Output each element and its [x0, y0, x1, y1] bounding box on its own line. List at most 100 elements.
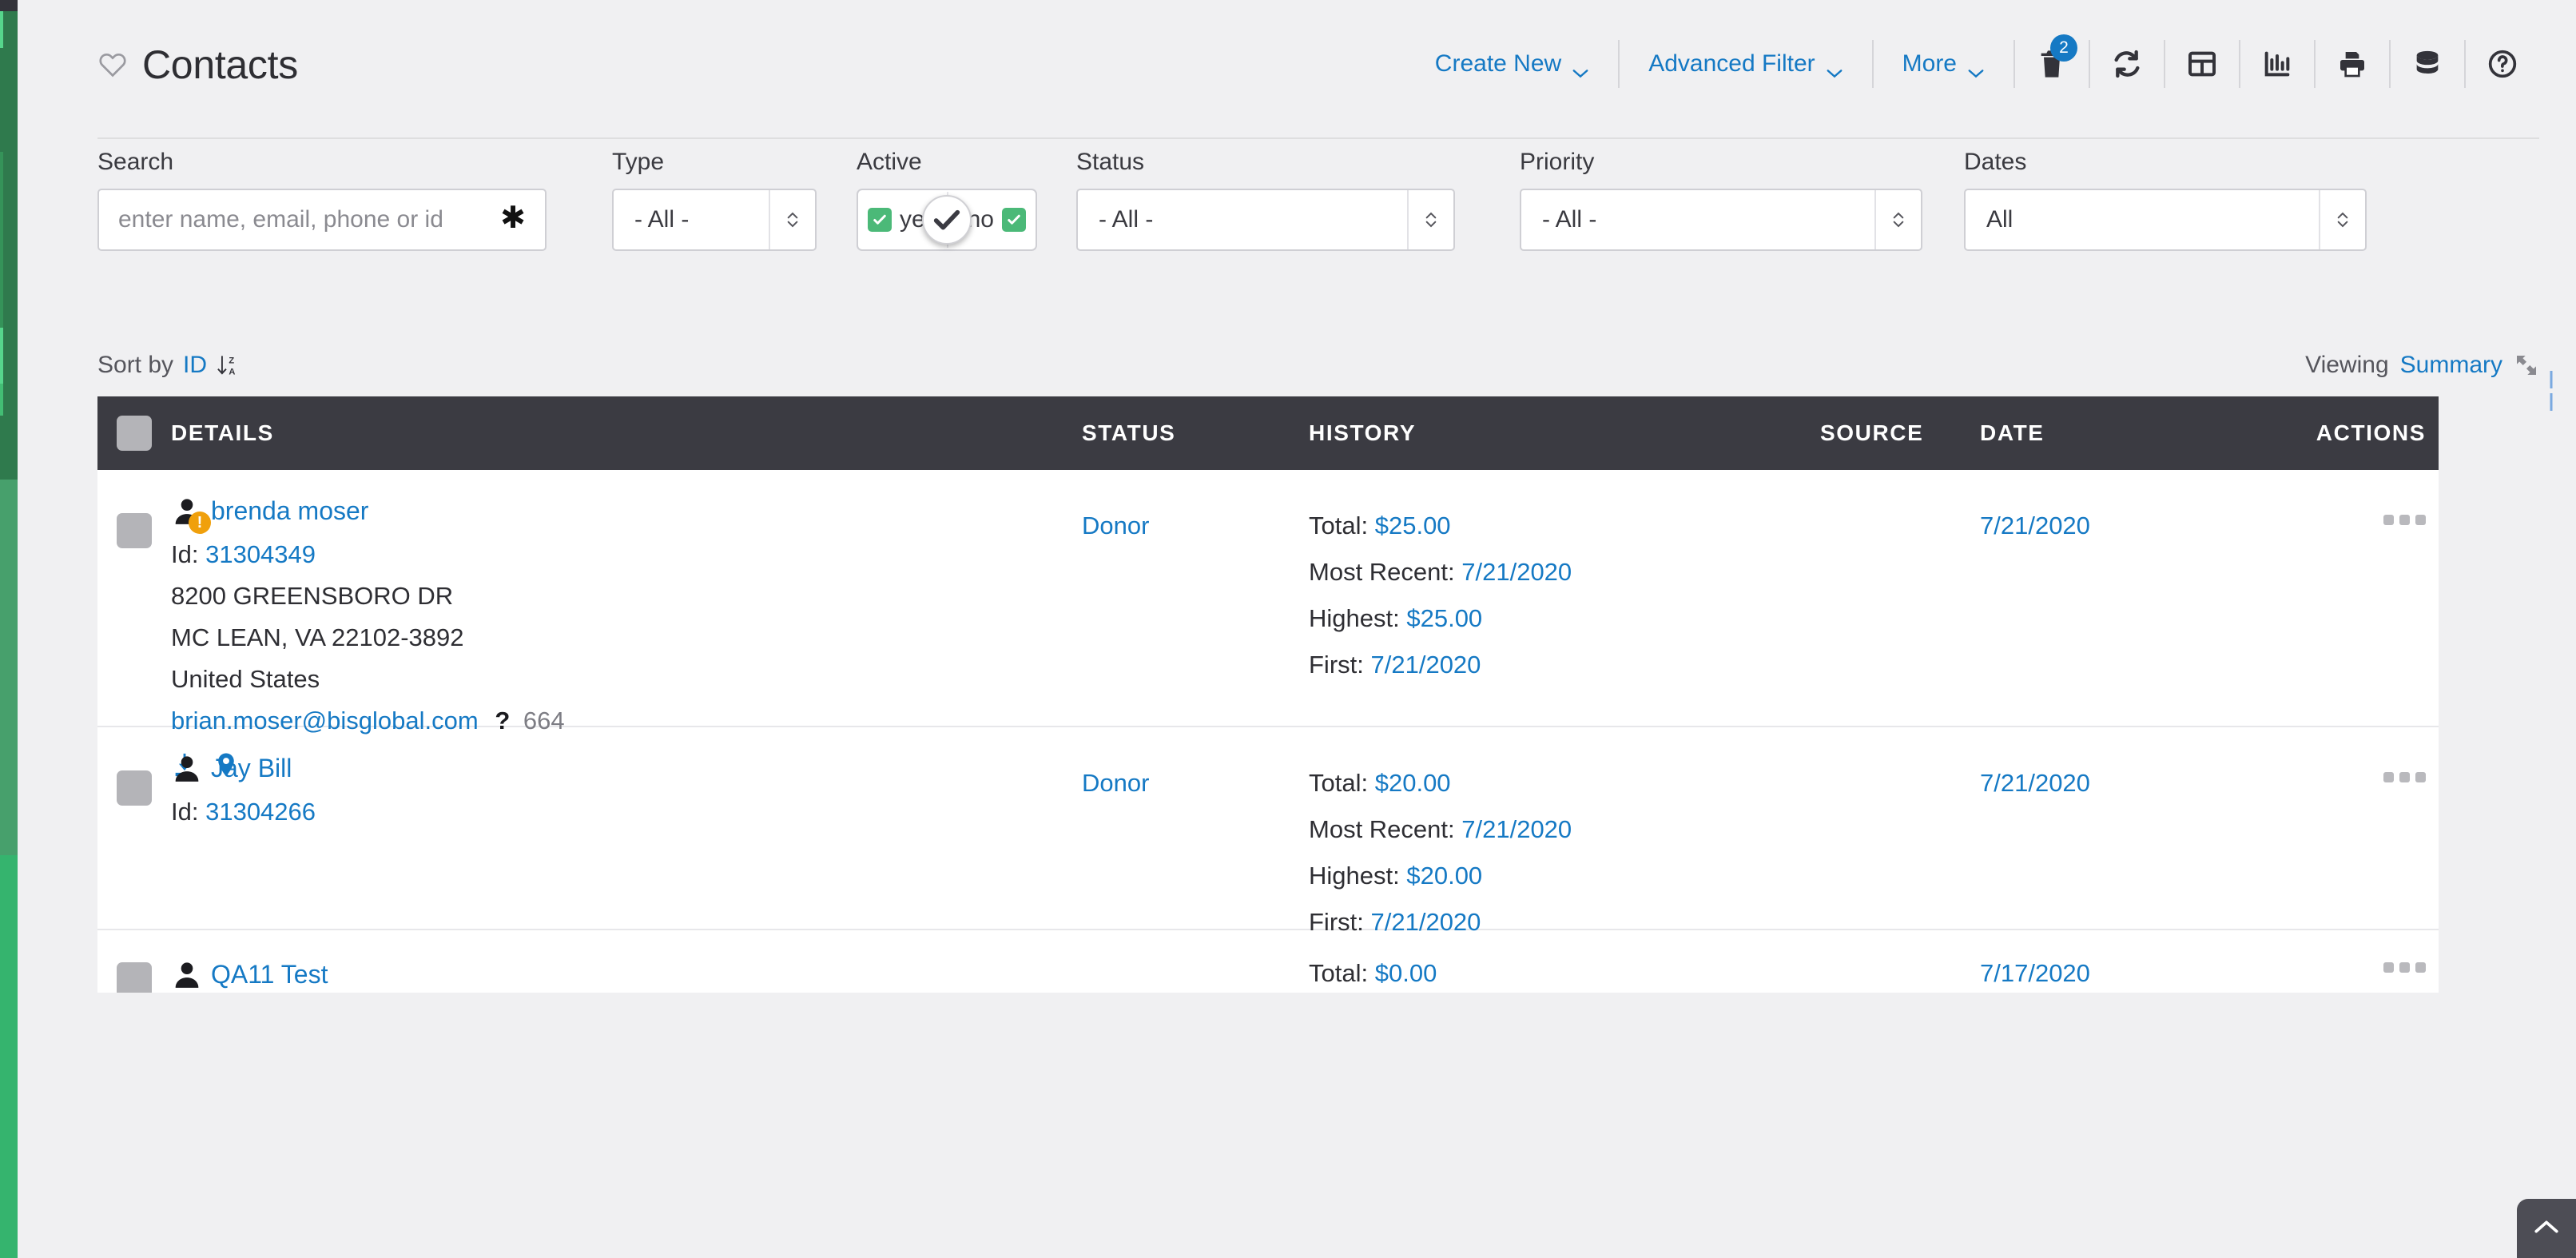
sort-bar: Sort by ID Z A Viewing Summary — [97, 352, 2539, 392]
filter-bar: Search enter name, email, phone or id ✱ … — [18, 149, 2576, 411]
history-first-label: First: — [1309, 651, 1364, 679]
heart-outline-icon — [97, 50, 128, 80]
history-first-value[interactable]: 7/21/2020 — [1371, 651, 1481, 679]
type-value: - All - — [634, 206, 690, 233]
select-spinner-icon[interactable] — [1874, 190, 1921, 249]
date-link[interactable]: 7/21/2020 — [1980, 512, 2244, 540]
chevron-down-icon — [1967, 58, 1985, 78]
history-highest: Highest: $20.00 — [1309, 862, 1820, 890]
rail-highlight-b — [0, 152, 3, 344]
priority-select[interactable]: - All - — [1520, 189, 1922, 251]
sort-descending-icon[interactable]: Z A — [217, 354, 237, 376]
contact-name-link[interactable]: brenda moser — [211, 496, 368, 526]
date-link[interactable]: 7/21/2020 — [1980, 769, 2244, 798]
row-date-cell: 7/17/2020 — [1980, 954, 2244, 988]
history-most-recent-value[interactable]: 7/21/2020 — [1461, 815, 1572, 843]
person-icon: ! — [171, 494, 211, 534]
history-total-value[interactable]: $20.00 — [1375, 769, 1451, 797]
select-all-checkbox[interactable] — [117, 416, 152, 451]
search-input[interactable]: enter name, email, phone or id ✱ — [97, 189, 547, 251]
row-actions-menu-icon[interactable] — [2383, 515, 2426, 525]
row-history-cell: Total: $25.00 Most Recent: 7/21/2020 Hig… — [1309, 494, 1820, 679]
row-checkbox[interactable] — [117, 513, 152, 548]
person-icon — [171, 957, 203, 991]
row-select-cell — [97, 494, 171, 548]
row-checkbox[interactable] — [117, 770, 152, 806]
id-value[interactable]: 31304349 — [205, 540, 316, 568]
priority-label: Priority — [1520, 149, 1595, 175]
type-select[interactable]: - All - — [612, 189, 817, 251]
refresh-button[interactable] — [2090, 38, 2164, 90]
column-history[interactable]: HISTORY — [1309, 420, 1820, 446]
bar-chart-button[interactable] — [2240, 38, 2314, 90]
dates-label: Dates — [1964, 149, 2027, 175]
print-button[interactable] — [2316, 38, 2389, 90]
rail-highlight-c — [0, 328, 3, 384]
row-actions-cell — [2244, 751, 2439, 782]
column-date[interactable]: DATE — [1980, 420, 2244, 446]
question-mark-icon[interactable]: ? — [495, 707, 510, 734]
help-button[interactable] — [2466, 38, 2539, 90]
history-total-value[interactable]: $0.00 — [1375, 959, 1437, 987]
filter-search: Search enter name, email, phone or id ✱ — [97, 149, 547, 251]
contact-id-line: Id: 31304266 — [171, 798, 1082, 826]
row-status-cell: Donor — [1082, 494, 1309, 540]
viewing-value[interactable]: Summary — [2400, 352, 2502, 379]
table-view-button[interactable] — [2165, 38, 2239, 90]
rail-highlight-a — [0, 11, 3, 48]
dates-select[interactable]: All — [1964, 189, 2367, 251]
history-highest-value[interactable]: $20.00 — [1406, 862, 1482, 890]
view-control[interactable]: Viewing Summary — [2305, 352, 2539, 379]
advanced-filter-button[interactable]: Advanced Filter — [1620, 50, 1871, 78]
more-button[interactable]: More — [1874, 50, 2013, 78]
id-value[interactable]: 31304266 — [205, 798, 316, 826]
active-no-option[interactable]: no — [968, 206, 1026, 233]
row-actions-menu-icon[interactable] — [2383, 962, 2426, 973]
row-actions-menu-icon[interactable] — [2383, 772, 2426, 782]
history-first-value[interactable]: 7/21/2020 — [1371, 908, 1481, 936]
header-toolbar: Create New Advanced Filter More 2 — [1406, 34, 2539, 90]
rail-segment-bottom — [0, 855, 18, 1258]
status-select[interactable]: - All - — [1076, 189, 1455, 251]
column-source[interactable]: SOURCE — [1820, 420, 1980, 446]
status-link[interactable]: Donor — [1082, 769, 1309, 798]
filter-status: Status - All - — [1076, 149, 1455, 251]
row-status-cell: Donor — [1082, 751, 1309, 798]
date-link[interactable]: 7/17/2020 — [1980, 959, 2244, 988]
active-toggle[interactable]: yes no — [857, 189, 1037, 251]
trash-button[interactable]: 2 — [2015, 34, 2089, 90]
address-line-1: 8200 GREENSBORO DR — [171, 582, 454, 610]
asterisk-icon[interactable]: ✱ — [500, 203, 526, 237]
history-highest-value[interactable]: $25.00 — [1406, 604, 1482, 632]
status-label: Status — [1076, 149, 1145, 175]
row-date-cell: 7/21/2020 — [1980, 494, 2244, 540]
select-spinner-icon[interactable] — [2319, 190, 2365, 249]
check-icon — [1002, 208, 1026, 232]
person-icon — [171, 751, 203, 785]
contact-name-link[interactable]: Jay Bill — [211, 754, 292, 783]
email-link[interactable]: brian.moser@bisglobal.com — [171, 707, 479, 734]
status-link[interactable]: Donor — [1082, 512, 1309, 540]
table-row[interactable]: Jay Bill Id: 31304266 Donor Total: $20.0… — [97, 727, 2439, 936]
sort-control[interactable]: Sort by ID Z A — [97, 352, 237, 379]
row-details-cell: ! brenda moser Id: 31304349 8200 GREENSB… — [171, 494, 1082, 782]
expand-arrows-icon[interactable] — [2514, 352, 2539, 378]
scroll-to-top-button[interactable] — [2517, 1199, 2576, 1258]
id-label: Id: — [171, 798, 199, 826]
table-row[interactable]: QA11 Test Total: $0.00 7/17/2020 — [97, 930, 2439, 993]
sort-key-value[interactable]: ID — [183, 352, 207, 379]
create-new-button[interactable]: Create New — [1406, 50, 1618, 78]
contact-name-link[interactable]: QA11 Test — [211, 960, 328, 989]
history-total-value[interactable]: $25.00 — [1375, 512, 1451, 539]
select-spinner-icon[interactable] — [769, 190, 815, 249]
column-actions: ACTIONS — [2316, 420, 2426, 445]
history-most-recent-value[interactable]: 7/21/2020 — [1461, 558, 1572, 586]
database-button[interactable] — [2391, 38, 2464, 90]
chevron-down-icon — [1826, 58, 1843, 78]
row-checkbox[interactable] — [117, 962, 152, 993]
table-row[interactable]: ! brenda moser Id: 31304349 8200 GREENSB… — [97, 470, 2439, 777]
column-details[interactable]: DETAILS — [171, 420, 1082, 446]
column-status[interactable]: STATUS — [1082, 420, 1309, 446]
select-spinner-icon[interactable] — [1407, 190, 1453, 249]
contact-name-line: Jay Bill — [171, 751, 1082, 785]
